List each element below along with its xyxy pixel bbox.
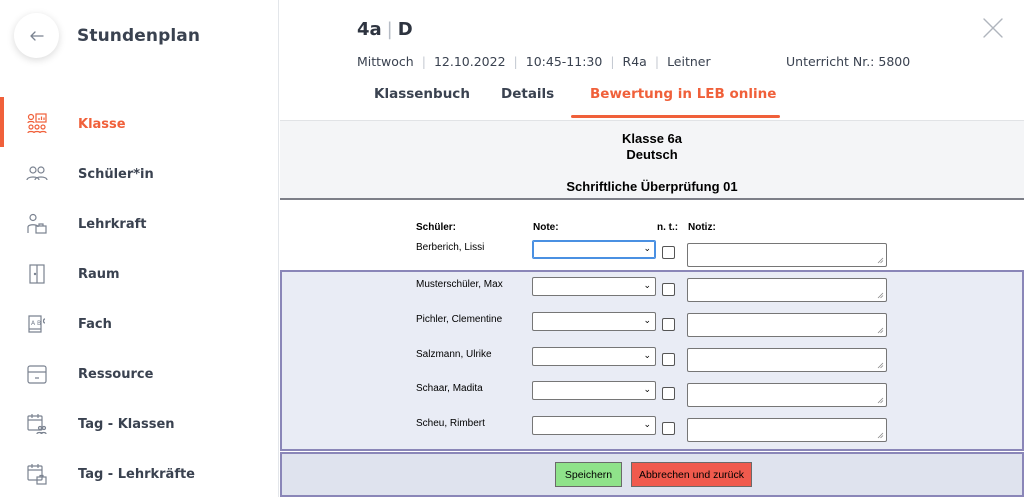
- sidebar-item-label: Ressource: [78, 366, 154, 382]
- sidebar-item-label: Raum: [78, 266, 120, 282]
- grade-select[interactable]: ⌄: [532, 277, 656, 296]
- lesson-subject: D: [397, 19, 413, 40]
- close-icon[interactable]: [982, 17, 1004, 39]
- sidebar-item-lehrkraft[interactable]: Lehrkraft: [0, 204, 279, 244]
- column-header-student: Schüler:: [416, 222, 457, 233]
- subject-icon: A B: [26, 313, 48, 335]
- sidebar-item-label: Lehrkraft: [78, 216, 147, 232]
- resize-grip-icon: [877, 362, 884, 369]
- student-name: Salzmann, Ulrike: [416, 349, 492, 360]
- column-header-grade: Note:: [533, 222, 559, 233]
- sidebar-item-tag-lehrkraefte[interactable]: Tag - Lehrkräfte: [0, 454, 279, 494]
- sidebar-item-label: Schüler*in: [78, 166, 154, 182]
- resize-grip-icon: [877, 292, 884, 299]
- chevron-down-icon: ⌄: [643, 384, 651, 394]
- not-taken-checkbox[interactable]: [662, 283, 675, 296]
- lesson-day: Mittwoch: [357, 54, 414, 69]
- calendar-teacher-icon: [26, 463, 48, 485]
- lesson-time: 10:45-11:30: [525, 54, 603, 69]
- note-textarea[interactable]: [687, 348, 887, 372]
- meta-separator: |: [654, 54, 660, 69]
- lesson-title: 4a | D: [357, 19, 413, 40]
- svg-text:A B: A B: [31, 320, 41, 327]
- grade-select[interactable]: ⌄: [532, 381, 656, 400]
- lesson-class: 4a: [357, 19, 382, 40]
- note-textarea[interactable]: [687, 243, 887, 267]
- lesson-meta: Mittwoch | 12.10.2022 | 10:45-11:30 | R4…: [357, 54, 711, 69]
- sidebar-item-fach[interactable]: A B Fach: [0, 304, 279, 344]
- not-taken-checkbox[interactable]: [662, 318, 675, 331]
- meta-separator: |: [513, 54, 518, 69]
- grade-select[interactable]: ⌄: [532, 312, 656, 331]
- meta-separator: |: [610, 54, 615, 69]
- grade-select[interactable]: ⌄: [532, 240, 656, 259]
- teacher-icon: [26, 213, 48, 235]
- grade-select[interactable]: ⌄: [532, 416, 656, 435]
- sidebar-item-label: Klasse: [78, 116, 126, 132]
- resize-grip-icon: [877, 257, 884, 264]
- not-taken-checkbox[interactable]: [662, 246, 675, 259]
- lesson-teacher: Leitner: [667, 54, 711, 69]
- sidebar-item-label: Tag - Klassen: [78, 416, 175, 432]
- class-icon: [26, 113, 48, 135]
- chevron-down-icon: ⌄: [643, 419, 651, 429]
- form-actions: Speichern Abbrechen und zurück: [280, 452, 1024, 497]
- resize-grip-icon: [877, 327, 884, 334]
- grading-form: Klasse 6a Deutsch Schriftliche Überprüfu…: [280, 118, 1024, 497]
- sidebar-item-ressource[interactable]: Ressource: [0, 354, 279, 394]
- not-taken-checkbox[interactable]: [662, 387, 675, 400]
- meta-separator: |: [421, 54, 426, 69]
- sidebar: Stundenplan Klasse Schüler*in Lehrkraft: [0, 0, 279, 497]
- sidebar-item-schueler[interactable]: Schüler*in: [0, 154, 279, 194]
- lesson-number: Unterricht Nr.: 5800: [786, 54, 911, 69]
- lesson-header: 4a | D Mittwoch | 12.10.2022 | 10:45-11:30…: [280, 0, 1024, 118]
- form-subject: Deutsch: [626, 147, 678, 162]
- resize-grip-icon: [877, 432, 884, 439]
- student-name: Musterschüler, Max: [416, 279, 503, 290]
- calendar-class-icon: [26, 413, 48, 435]
- student-name: Pichler, Clementine: [416, 314, 503, 325]
- arrow-left-icon: [29, 30, 44, 41]
- sidebar-item-label: Tag - Lehrkräfte: [78, 466, 195, 482]
- sidebar-item-label: Fach: [78, 316, 112, 332]
- grade-select[interactable]: ⌄: [532, 347, 656, 366]
- student-name: Schaar, Madita: [416, 383, 483, 394]
- chevron-down-icon: ⌄: [643, 350, 651, 360]
- lesson-date: 12.10.2022: [433, 54, 506, 69]
- note-textarea[interactable]: [687, 313, 887, 337]
- door-icon: [26, 263, 48, 285]
- student-name: Scheu, Rimbert: [416, 418, 485, 429]
- tab-details[interactable]: Details: [501, 86, 554, 118]
- app-title: Stundenplan: [77, 26, 201, 46]
- lesson-room: R4a: [622, 54, 647, 69]
- cancel-button[interactable]: Abbrechen und zurück: [631, 462, 752, 487]
- tab-klassenbuch[interactable]: Klassenbuch: [374, 86, 470, 118]
- chevron-down-icon: ⌄: [643, 243, 651, 253]
- chevron-down-icon: ⌄: [643, 315, 651, 325]
- column-header-not-taken: n. t.:: [657, 222, 679, 233]
- student-name: Berberich, Lissi: [416, 242, 485, 253]
- back-button[interactable]: [14, 13, 59, 58]
- chevron-down-icon: ⌄: [643, 280, 651, 290]
- form-class: Klasse 6a: [622, 131, 682, 146]
- sidebar-item-klasse[interactable]: Klasse: [0, 104, 279, 144]
- note-textarea[interactable]: [687, 278, 887, 302]
- not-taken-checkbox[interactable]: [662, 422, 675, 435]
- save-button[interactable]: Speichern: [555, 462, 622, 487]
- not-taken-checkbox[interactable]: [662, 353, 675, 366]
- form-exam-title: Schriftliche Überprüfung 01: [566, 179, 738, 194]
- students-icon: [26, 163, 48, 185]
- tab-bewertung[interactable]: Bewertung in LEB online: [590, 86, 776, 118]
- title-separator: |: [386, 19, 393, 40]
- resize-grip-icon: [877, 397, 884, 404]
- sidebar-item-tag-klassen[interactable]: Tag - Klassen: [0, 404, 279, 444]
- sidebar-item-raum[interactable]: Raum: [0, 254, 279, 294]
- tab-bar: Klassenbuch Details Bewertung in LEB onl…: [280, 86, 1024, 118]
- note-textarea[interactable]: [687, 418, 887, 442]
- note-textarea[interactable]: [687, 383, 887, 407]
- column-header-note: Notiz:: [688, 222, 716, 233]
- exam-header: Klasse 6a Deutsch Schriftliche Überprüfu…: [280, 120, 1024, 200]
- box-icon: [26, 363, 48, 385]
